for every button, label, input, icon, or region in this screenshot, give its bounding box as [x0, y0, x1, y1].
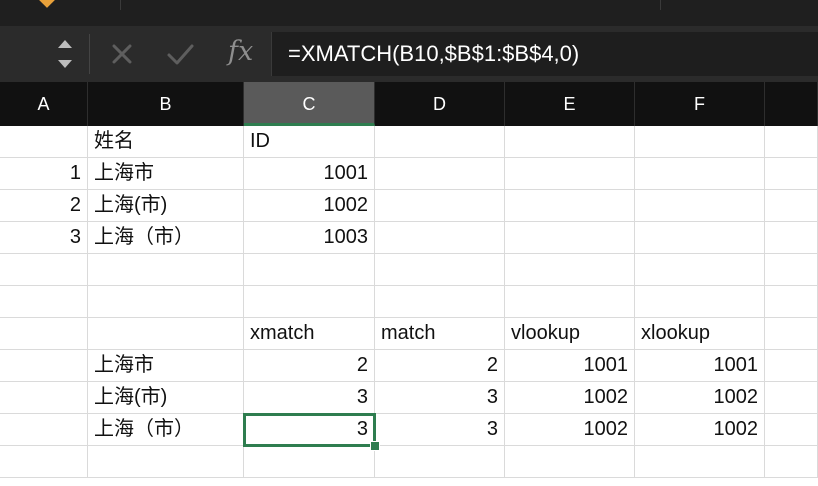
- cell[interactable]: [765, 190, 818, 222]
- cell[interactable]: [635, 126, 765, 158]
- cell[interactable]: [375, 286, 505, 318]
- cell[interactable]: [635, 286, 765, 318]
- cell[interactable]: [765, 286, 818, 318]
- cell[interactable]: 1001: [244, 158, 375, 190]
- cell[interactable]: [765, 350, 818, 382]
- cell[interactable]: [505, 254, 635, 286]
- cell[interactable]: [635, 446, 765, 478]
- fill-handle[interactable]: [370, 441, 380, 451]
- cancel-icon[interactable]: [106, 38, 138, 70]
- cell[interactable]: 3: [244, 382, 375, 414]
- cell[interactable]: [765, 158, 818, 190]
- cell[interactable]: [765, 414, 818, 446]
- cell[interactable]: [88, 286, 244, 318]
- cell[interactable]: 上海市: [88, 158, 244, 190]
- column-header-c[interactable]: C: [244, 82, 375, 126]
- cell[interactable]: [765, 222, 818, 254]
- formula-bar: fx =XMATCH(B10,$B$1:$B$4,0): [0, 26, 818, 82]
- column-header-f[interactable]: F: [635, 82, 765, 126]
- cell[interactable]: xmatch: [244, 318, 375, 350]
- strip-divider: [660, 0, 661, 10]
- cell[interactable]: xlookup: [635, 318, 765, 350]
- cell[interactable]: 上海(市): [88, 382, 244, 414]
- cell[interactable]: vlookup: [505, 318, 635, 350]
- cell[interactable]: [0, 126, 88, 158]
- cell[interactable]: [505, 286, 635, 318]
- cell[interactable]: [505, 126, 635, 158]
- column-header-e[interactable]: E: [505, 82, 635, 126]
- title-strip: [0, 0, 818, 26]
- cell[interactable]: 3: [375, 414, 505, 446]
- cell[interactable]: 1001: [505, 350, 635, 382]
- cell[interactable]: [765, 382, 818, 414]
- cell[interactable]: 上海市: [88, 350, 244, 382]
- cell[interactable]: [0, 318, 88, 350]
- confirm-check-icon[interactable]: [164, 38, 196, 70]
- cell[interactable]: 1002: [244, 190, 375, 222]
- cell[interactable]: [88, 318, 244, 350]
- column-header-d[interactable]: D: [375, 82, 505, 126]
- cell[interactable]: [765, 254, 818, 286]
- cell[interactable]: [765, 126, 818, 158]
- cell[interactable]: [635, 158, 765, 190]
- cell[interactable]: [0, 286, 88, 318]
- cell[interactable]: [0, 446, 88, 478]
- formula-bar-divider: [89, 34, 90, 74]
- cell-grid: 姓名 ID 1 上海市 1001 2 上海(市) 1002 3 上海（市） 1003 xmatch ma…: [0, 126, 818, 486]
- cell[interactable]: [505, 446, 635, 478]
- cell[interactable]: 1002: [635, 414, 765, 446]
- active-cell-selection: [243, 413, 376, 447]
- cell[interactable]: [0, 382, 88, 414]
- cell[interactable]: [375, 190, 505, 222]
- column-header-row: ABCDEF: [0, 82, 818, 126]
- cell[interactable]: [635, 254, 765, 286]
- cell[interactable]: [0, 254, 88, 286]
- column-header-b[interactable]: B: [88, 82, 244, 126]
- cell[interactable]: 1: [0, 158, 88, 190]
- cell[interactable]: [0, 414, 88, 446]
- cell[interactable]: [244, 446, 375, 478]
- formula-input[interactable]: =XMATCH(B10,$B$1:$B$4,0): [271, 32, 818, 76]
- spreadsheet-grid: ABCDEF 姓名 ID 1 上海市 1001 2 上海(市) 1002 3 上海（市） 1003 x…: [0, 82, 818, 486]
- cell[interactable]: 2: [0, 190, 88, 222]
- cell[interactable]: 1002: [505, 414, 635, 446]
- cell[interactable]: [375, 222, 505, 254]
- strip-divider: [120, 0, 121, 10]
- cell[interactable]: [505, 158, 635, 190]
- cell[interactable]: [88, 446, 244, 478]
- app-icon: [37, 0, 57, 8]
- cell[interactable]: [0, 350, 88, 382]
- cell[interactable]: 姓名: [88, 126, 244, 158]
- column-header-next[interactable]: [765, 82, 818, 126]
- cell[interactable]: 上海（市）: [88, 222, 244, 254]
- cell[interactable]: 3: [375, 382, 505, 414]
- cell[interactable]: [375, 126, 505, 158]
- cell[interactable]: 1003: [244, 222, 375, 254]
- column-header-a[interactable]: A: [0, 82, 88, 126]
- cell[interactable]: match: [375, 318, 505, 350]
- cell[interactable]: 上海（市）: [88, 414, 244, 446]
- cell[interactable]: [635, 190, 765, 222]
- cell[interactable]: [244, 254, 375, 286]
- cell[interactable]: 1002: [635, 382, 765, 414]
- cell[interactable]: [244, 286, 375, 318]
- cell[interactable]: [375, 158, 505, 190]
- cell[interactable]: [765, 318, 818, 350]
- cell[interactable]: [505, 190, 635, 222]
- name-box-stepper-icon[interactable]: [52, 32, 78, 76]
- cell[interactable]: [375, 254, 505, 286]
- cell[interactable]: [375, 446, 505, 478]
- cell[interactable]: 上海(市): [88, 190, 244, 222]
- cell[interactable]: ID: [244, 126, 375, 158]
- insert-function-button[interactable]: fx: [228, 36, 253, 67]
- cell[interactable]: [635, 222, 765, 254]
- cell[interactable]: [765, 446, 818, 478]
- cell[interactable]: 3: [0, 222, 88, 254]
- cell[interactable]: 1002: [505, 382, 635, 414]
- cell[interactable]: 1001: [635, 350, 765, 382]
- cell[interactable]: [88, 254, 244, 286]
- cell[interactable]: 2: [375, 350, 505, 382]
- cell[interactable]: 2: [244, 350, 375, 382]
- cell[interactable]: [505, 222, 635, 254]
